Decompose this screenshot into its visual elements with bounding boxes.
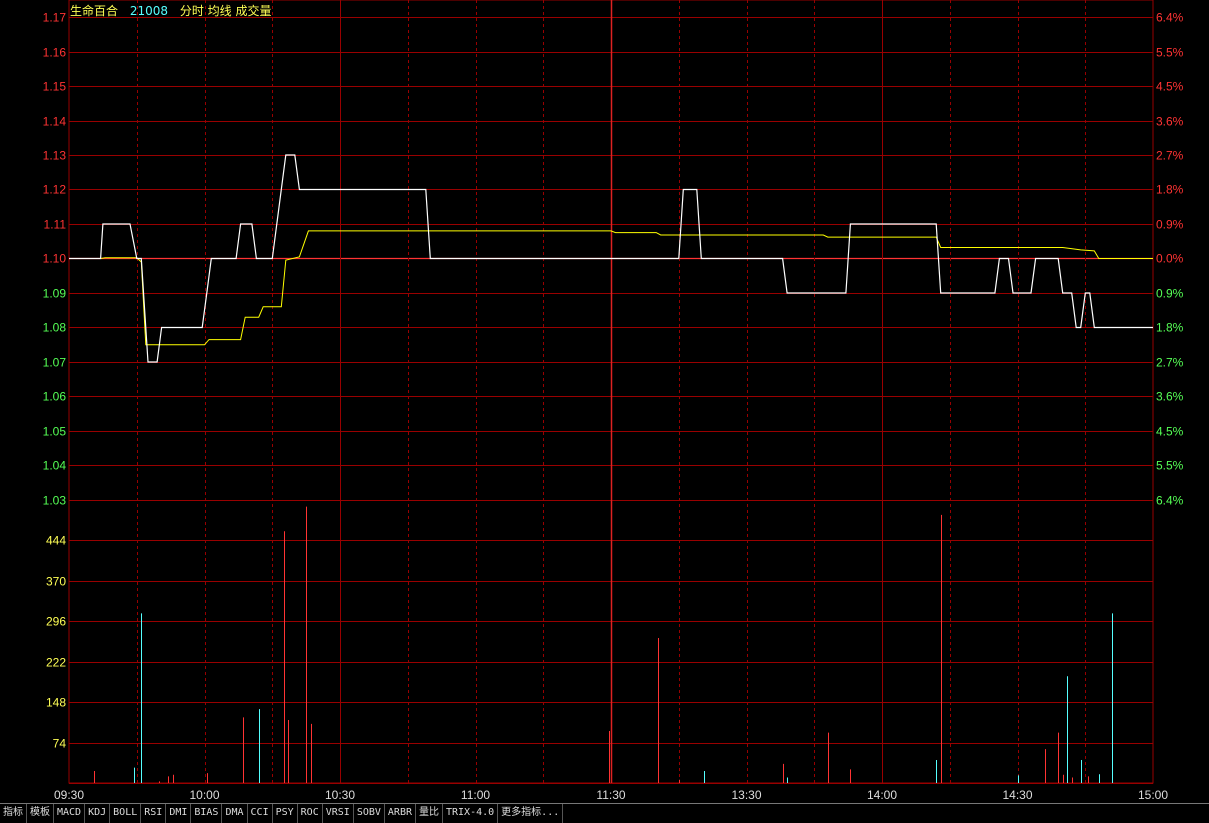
pct-tick-label: 6.4% [1156, 11, 1184, 25]
time-tick-label: 15:00 [1138, 788, 1168, 802]
tab-16[interactable]: TRIX-4.0 [443, 804, 499, 823]
tab-7[interactable]: BIAS [191, 804, 223, 823]
time-tick-label: 11:00 [461, 788, 490, 802]
tab-2[interactable]: MACD [54, 804, 86, 823]
pct-tick-label: 6.4% [1156, 494, 1184, 508]
price-tick-label: 1.07 [43, 356, 67, 370]
tab-12[interactable]: VRSI [323, 804, 354, 823]
pct-tick-label: 0.9% [1156, 218, 1184, 232]
tab-11[interactable]: ROC [298, 804, 323, 823]
chart-header: 生命百合 21008 分时 均线 成交量 [70, 2, 272, 19]
pct-tick-label: 4.5% [1156, 425, 1184, 439]
intraday-chart[interactable]: 1.17 6.4% 1.16 5.5% 1.15 4.5% 1.14 3.6% 1.13 2.7%… [0, 0, 1209, 803]
pct-tick-label: 4.5% [1156, 80, 1184, 94]
time-tick-label: 13:30 [731, 788, 761, 802]
price-tick-label: 1.11 [44, 218, 67, 232]
volume-tick-label: 444 [46, 534, 66, 548]
volume-tick-label: 74 [53, 737, 67, 751]
pct-tick-label: 0.9% [1156, 287, 1184, 301]
price-tick-label: 1.08 [43, 321, 67, 335]
pct-tick-label: 1.8% [1156, 321, 1184, 335]
tab-3[interactable]: KDJ [85, 804, 111, 823]
time-tick-label: 09:30 [54, 788, 84, 802]
price-tick-label: 1.13 [43, 149, 67, 163]
price-tick-label: 1.05 [43, 425, 67, 439]
pct-tick-label: 1.8% [1156, 183, 1184, 197]
price-tick-label: 1.03 [43, 494, 67, 508]
price-tick-label: 1.12 [43, 183, 67, 197]
volume-tick-label: 296 [46, 615, 66, 629]
tab-10[interactable]: PSY [273, 804, 298, 823]
price-tick-label: 1.09 [43, 287, 67, 301]
pct-tick-label: 3.6% [1156, 115, 1184, 129]
time-tick-label: 14:30 [1002, 788, 1032, 802]
volume-tick-label: 148 [46, 696, 66, 710]
time-tick-label: 10:00 [189, 788, 219, 802]
pct-tick-label: 3.6% [1156, 390, 1184, 404]
tab-14[interactable]: ARBR [385, 804, 416, 823]
tab-4[interactable]: BOLL [110, 804, 142, 823]
tab-9[interactable]: CCI [248, 804, 273, 823]
volume-tick-label: 370 [46, 575, 66, 589]
indicator-legend: 分时 均线 成交量 [179, 4, 272, 18]
pct-tick-label: 5.5% [1156, 459, 1184, 473]
tab-8[interactable]: DMA [222, 804, 248, 823]
indicator-tab-bar: 指标 模板 MACD KDJ BOLL RSI DMI BIAS DMA CCI PSY ROC VRS… [0, 803, 1209, 823]
stock-code: 21008 [129, 4, 169, 18]
price-tick-label: 1.04 [43, 459, 67, 473]
pct-tick-label: 2.7% [1156, 149, 1184, 163]
time-tick-label: 14:00 [867, 788, 897, 802]
tab-15[interactable]: 量比 [416, 804, 443, 823]
pct-tick-label: 0.0% [1156, 252, 1184, 266]
time-tick-label: 11:30 [596, 788, 625, 802]
pct-tick-label: 5.5% [1156, 46, 1184, 60]
tab-17[interactable]: 更多指标... [498, 804, 564, 823]
tab-1[interactable]: 模板 [27, 804, 54, 823]
tab-13[interactable]: SOBV [354, 804, 385, 823]
price-tick-label: 1.15 [43, 80, 67, 94]
price-tick-label: 1.17 [43, 11, 67, 25]
stock-name: 生命百合 [70, 4, 119, 18]
time-tick-label: 10:30 [325, 788, 355, 802]
volume-tick-label: 222 [46, 656, 66, 670]
price-tick-label: 1.10 [43, 252, 67, 266]
tab-0[interactable]: 指标 [0, 804, 27, 823]
tab-6[interactable]: DMI [166, 804, 192, 823]
price-tick-label: 1.06 [43, 390, 67, 404]
tab-5[interactable]: RSI [141, 804, 167, 823]
price-tick-label: 1.16 [43, 46, 67, 60]
pct-tick-label: 2.7% [1156, 356, 1184, 370]
price-tick-label: 1.14 [43, 115, 67, 129]
